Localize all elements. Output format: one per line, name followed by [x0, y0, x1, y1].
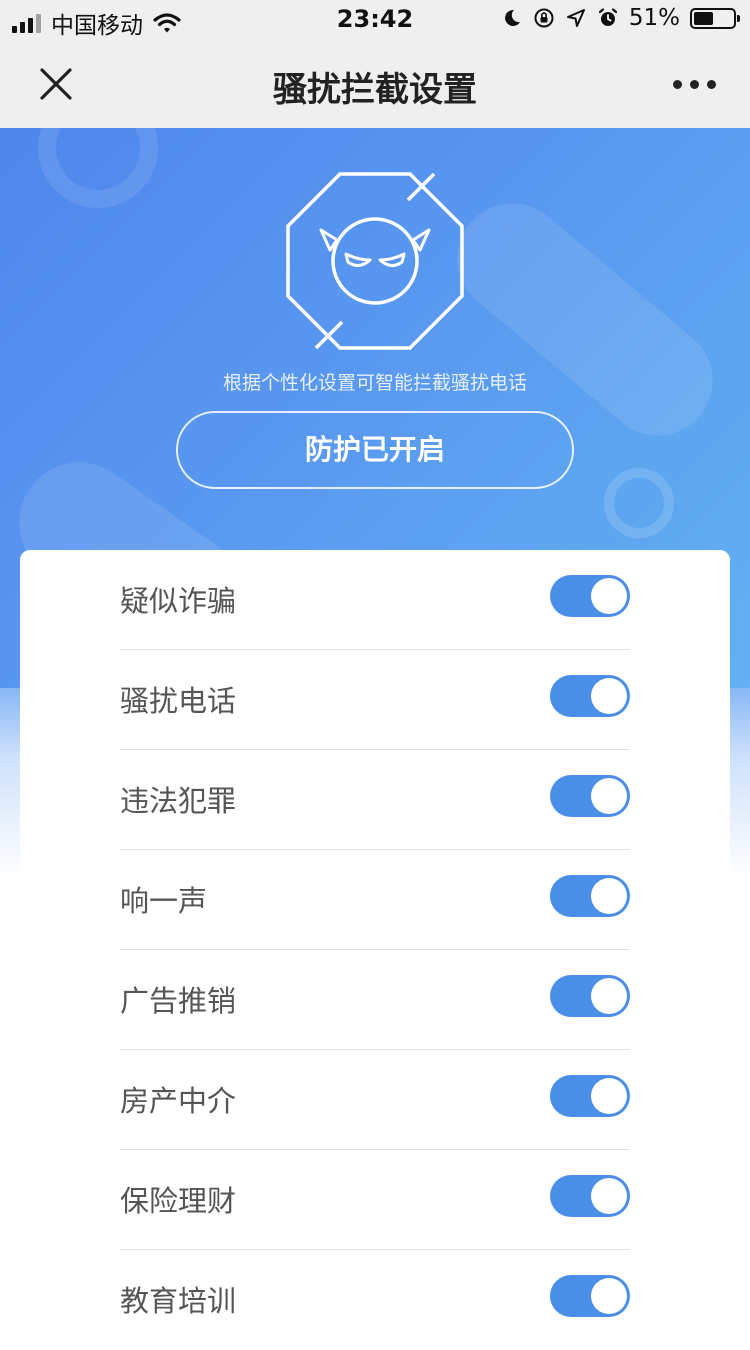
status-bar: 中国移动 23:42 51%: [0, 0, 750, 40]
settings-card: 疑似诈骗 骚扰电话 违法犯罪 响一声 广告推销 房产中介 保险理财 教育培训: [20, 550, 730, 1350]
setting-row-one-ring: 响一声: [120, 850, 630, 950]
toggle-switch[interactable]: [550, 1175, 630, 1217]
more-dots-icon[interactable]: [673, 80, 716, 89]
devil-shield-icon: [286, 172, 464, 350]
setting-row-education: 教育培训: [120, 1250, 630, 1350]
decor-ring: [38, 128, 158, 208]
toggle-switch[interactable]: [550, 1275, 630, 1317]
decor-ring: [604, 468, 674, 538]
setting-row-insurance: 保险理财: [120, 1150, 630, 1250]
toggle-switch[interactable]: [550, 775, 630, 817]
toggle-switch[interactable]: [550, 575, 630, 617]
battery-percent: 51%: [628, 5, 680, 31]
setting-label: 骚扰电话: [120, 684, 237, 718]
setting-label: 疑似诈骗: [120, 584, 237, 618]
setting-label: 广告推销: [120, 984, 237, 1018]
setting-row-real-estate: 房产中介: [120, 1050, 630, 1150]
protection-status-button[interactable]: 防护已开启: [176, 411, 574, 489]
page-title: 骚扰拦截设置: [273, 70, 477, 110]
setting-label: 教育培训: [120, 1284, 237, 1318]
battery-icon: [690, 7, 740, 29]
toggle-switch[interactable]: [550, 975, 630, 1017]
alarm-icon: [598, 8, 617, 26]
rotation-lock-icon: [534, 8, 554, 28]
setting-row-crime: 违法犯罪: [120, 750, 630, 850]
nav-bar: 骚扰拦截设置: [0, 40, 750, 128]
setting-label: 保险理财: [120, 1184, 237, 1218]
setting-label: 违法犯罪: [120, 784, 237, 818]
setting-label: 房产中介: [120, 1084, 237, 1118]
setting-row-fraud: 疑似诈骗: [120, 550, 630, 650]
hero-description: 根据个性化设置可智能拦截骚扰电话: [222, 372, 527, 394]
setting-label: 响一声: [120, 884, 208, 918]
location-icon: [566, 9, 585, 27]
toggle-switch[interactable]: [550, 875, 630, 917]
toggle-switch[interactable]: [550, 1075, 630, 1117]
moon-icon: [504, 9, 520, 26]
setting-row-ads: 广告推销: [120, 950, 630, 1050]
setting-row-harassment: 骚扰电话: [120, 650, 630, 750]
toggle-switch[interactable]: [550, 675, 630, 717]
